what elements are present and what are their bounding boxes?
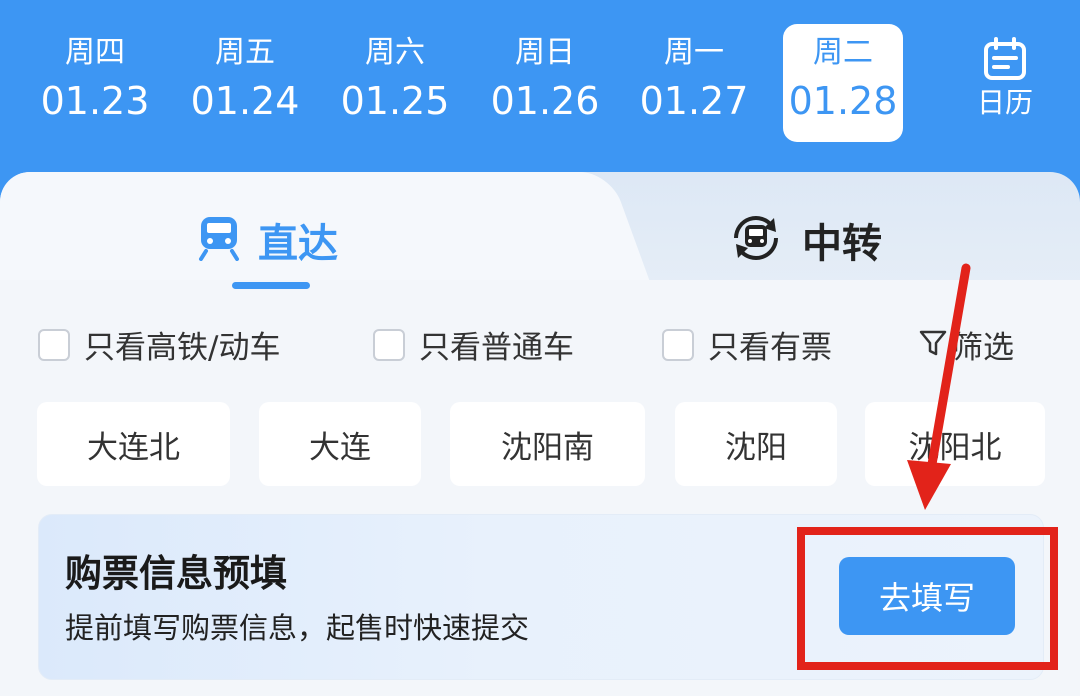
date-weekday: 周四 <box>65 35 125 70</box>
date-value: 01.26 <box>490 79 600 123</box>
station-chip[interactable]: 沈阳北 <box>865 402 1045 486</box>
date-weekday: 周日 <box>515 35 575 70</box>
filter-icon <box>918 328 948 362</box>
checkbox-box[interactable] <box>38 328 70 361</box>
prefill-title: 购票信息预填 <box>65 552 287 595</box>
prefill-subtitle: 提前填写购票信息，起售时快速提交 <box>65 611 530 645</box>
checkbox-label: 只看有票 <box>708 330 832 366</box>
date-weekday: 周五 <box>215 35 275 70</box>
date-value: 01.25 <box>340 79 450 123</box>
filter-button[interactable]: 筛选 <box>918 322 1014 367</box>
station-chips: 大连北 大连 沈阳南 沈阳 沈阳北 <box>0 402 1080 486</box>
filter-label: 筛选 <box>952 330 1014 366</box>
date-item[interactable]: 周五 01.24 <box>185 24 305 142</box>
date-weekday: 周二 <box>813 35 873 70</box>
date-bar: 周四 01.23 周五 01.24 周六 01.25 周日 01.26 周一 0… <box>0 0 1080 175</box>
checkbox-box[interactable] <box>662 328 694 361</box>
tab-active-indicator <box>232 282 310 289</box>
date-value: 01.23 <box>40 79 150 123</box>
tab-direct[interactable]: 直达 <box>198 210 338 270</box>
checkbox-box[interactable] <box>373 328 405 361</box>
date-item[interactable]: 周日 01.26 <box>485 24 605 142</box>
filter-available-checkbox[interactable]: 只看有票 <box>662 322 832 367</box>
date-item-selected[interactable]: 周二 01.28 <box>783 24 903 142</box>
filter-row: 只看高铁/动车 只看普通车 只看有票 筛选 <box>0 322 1080 372</box>
station-chip[interactable]: 大连北 <box>37 402 230 486</box>
tab-transfer[interactable]: 中转 <box>728 210 882 270</box>
calendar-icon <box>960 36 1050 82</box>
date-value: 01.28 <box>788 79 898 123</box>
filter-regular-train-checkbox[interactable]: 只看普通车 <box>373 322 574 367</box>
date-item[interactable]: 周一 01.27 <box>634 24 754 142</box>
checkbox-label: 只看普通车 <box>419 330 574 366</box>
transfer-train-icon <box>728 210 784 270</box>
date-weekday: 周一 <box>664 35 724 70</box>
date-item[interactable]: 周四 01.23 <box>35 24 155 142</box>
annotation-highlight-box <box>797 527 1058 670</box>
date-weekday: 周六 <box>365 35 425 70</box>
station-chip[interactable]: 沈阳南 <box>450 402 645 486</box>
date-value: 01.24 <box>190 79 300 123</box>
checkbox-label: 只看高铁/动车 <box>84 330 281 366</box>
station-chip[interactable]: 大连 <box>259 402 421 486</box>
tab-direct-label: 直达 <box>258 221 338 267</box>
calendar-label: 日历 <box>976 86 1033 119</box>
date-item[interactable]: 周六 01.25 <box>335 24 455 142</box>
station-chip[interactable]: 沈阳 <box>675 402 837 486</box>
date-value: 01.27 <box>639 79 749 123</box>
filter-high-speed-checkbox[interactable]: 只看高铁/动车 <box>38 322 280 367</box>
train-icon <box>198 215 240 265</box>
calendar-button[interactable]: 日历 <box>960 36 1050 136</box>
tab-transfer-label: 中转 <box>802 221 882 267</box>
